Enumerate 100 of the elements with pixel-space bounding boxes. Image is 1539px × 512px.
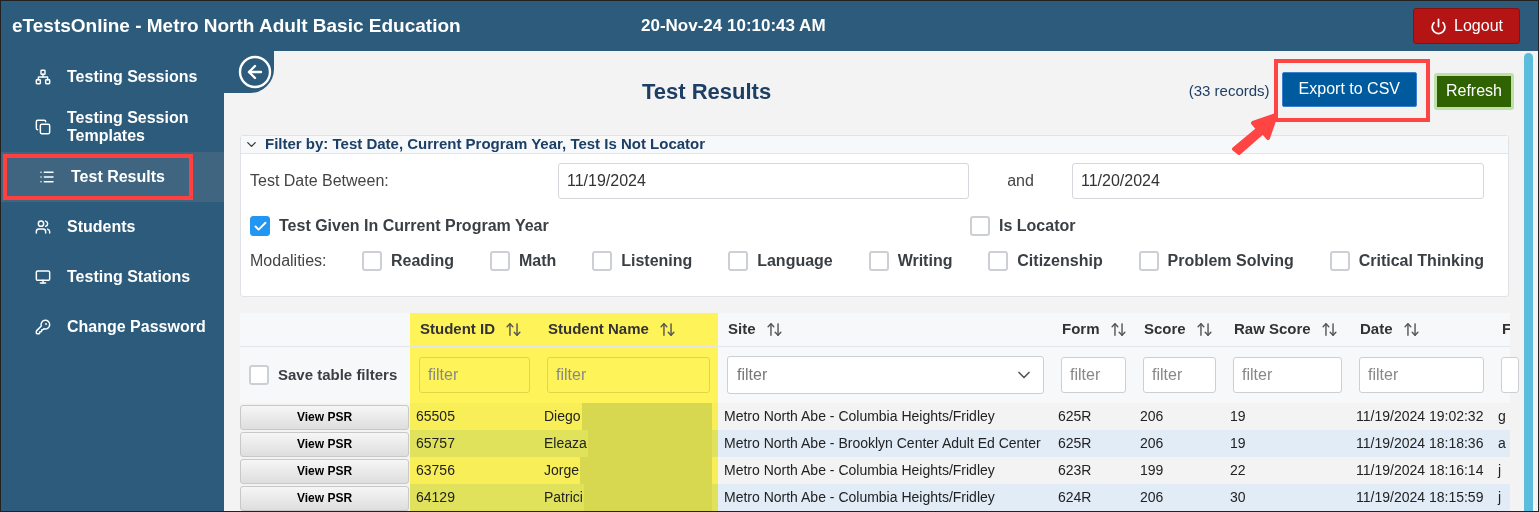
column-header[interactable]: Date <box>1360 318 1393 341</box>
power-icon <box>1430 17 1448 35</box>
checkbox-label: Reading <box>391 251 455 271</box>
filter-field[interactable]: filter <box>1233 357 1342 393</box>
sort-icon <box>765 321 783 338</box>
sidebar-item[interactable]: Change Password <box>1 302 224 352</box>
checkbox[interactable] <box>728 251 749 271</box>
checkbox[interactable] <box>1138 251 1159 271</box>
checkbox-label: Test Given In Current Program Year <box>279 216 549 236</box>
table-cell-text: 11/19/2024 18:18:36 <box>1356 434 1484 453</box>
checkbox-label: Listening <box>621 251 693 271</box>
date-label: Test Date Between: <box>250 171 390 191</box>
filter-header[interactable]: Filter by: Test Date, Current Program Year, Test Is Not Locator <box>241 136 1508 154</box>
date-to-field[interactable]: 11/20/2024 <box>1072 163 1484 199</box>
checkbox-label: Problem Solving <box>1167 251 1294 271</box>
checkbox[interactable] <box>250 216 270 236</box>
table-cell-text: 624R <box>1058 488 1092 507</box>
table-cell-text: 19 <box>1230 407 1246 426</box>
view-psr-button[interactable]: View PSR <box>240 431 409 457</box>
view-psr-button[interactable]: View PSR <box>240 485 409 511</box>
filter-field[interactable]: filter <box>1359 357 1484 393</box>
checkbox[interactable] <box>592 251 613 271</box>
table-cell-text: Metro North Abe - Columbia Heights/Fridley <box>724 461 995 480</box>
hierarchy-icon <box>35 69 51 85</box>
view-psr-button[interactable]: View PSR <box>240 404 409 430</box>
monitor-icon <box>35 269 51 285</box>
filter-select[interactable]: filter <box>727 356 1044 394</box>
logout-button[interactable]: Logout <box>1413 8 1520 44</box>
view-psr-button[interactable]: View PSR <box>240 458 409 484</box>
sidebar-item[interactable]: Students <box>1 202 224 252</box>
checkbox[interactable] <box>1329 251 1350 271</box>
table-cell-text: 65757 <box>416 434 455 453</box>
checkbox[interactable] <box>362 251 382 271</box>
table-cell-text: a <box>1498 434 1506 453</box>
table-cell-text: 64129 <box>416 488 455 507</box>
checkbox-label: Is Locator <box>999 216 1076 236</box>
date-from-field[interactable]: 11/19/2024 <box>558 163 969 199</box>
list-icon <box>39 169 55 185</box>
table-cell-text: g <box>1498 407 1506 426</box>
checkbox-label: Math <box>519 251 557 271</box>
checkbox[interactable] <box>868 251 889 271</box>
table-cell-text: 206 <box>1140 488 1164 507</box>
filter-field[interactable]: filter <box>419 357 530 393</box>
sidebar-item[interactable]: Testing Stations <box>1 252 224 302</box>
filter-field[interactable]: filter <box>547 357 710 393</box>
sidebar-item[interactable]: Testing Session Templates <box>1 102 224 152</box>
column-header[interactable]: Site <box>728 318 756 341</box>
key-icon <box>35 319 51 335</box>
filter-field[interactable]: filter <box>1143 357 1216 393</box>
record-count: (33 records) <box>1188 80 1270 101</box>
sidebar-item[interactable]: Test Results <box>1 152 224 202</box>
table-cell-text: 199 <box>1140 461 1164 480</box>
checkbox[interactable] <box>988 251 1009 271</box>
sort-icon <box>1195 321 1213 338</box>
checkbox[interactable] <box>970 216 990 236</box>
scrollbar[interactable] <box>1524 53 1533 511</box>
table-cell-text: 65505 <box>416 407 455 426</box>
table-cell-text: 206 <box>1140 434 1164 453</box>
table-cell-text: Patrici <box>544 488 583 507</box>
app-title: eTestsOnline - Metro North Adult Basic Education <box>12 13 462 38</box>
and-label: and <box>1006 171 1035 191</box>
page-title: Test Results <box>641 77 772 106</box>
table-cell-text: 30 <box>1230 488 1246 507</box>
column-header[interactable]: Form <box>1062 318 1100 341</box>
table-cell-text: 625R <box>1058 407 1092 426</box>
table-cell-text: 19 <box>1230 434 1246 453</box>
filter-field[interactable]: filter <box>1061 357 1126 393</box>
table-cell-text: 623R <box>1058 461 1092 480</box>
table-cell-text: Metro North Abe - Columbia Heights/Fridley <box>724 488 995 507</box>
sort-icon <box>1402 321 1420 338</box>
table-cell-text: 625R <box>1058 434 1092 453</box>
column-header[interactable]: F <box>1502 318 1510 341</box>
filter-field[interactable] <box>1501 357 1519 393</box>
checkbox[interactable] <box>249 365 269 385</box>
table-cell-text: 63756 <box>416 461 455 480</box>
sidebar-item[interactable]: Testing Sessions <box>1 52 224 102</box>
export-button[interactable]: Export to CSV <box>1281 71 1417 107</box>
table-cell-text: 11/19/2024 18:16:14 <box>1356 461 1484 480</box>
table-cell-text: j <box>1498 488 1502 507</box>
table-cell-text: j <box>1498 461 1502 480</box>
filter-summary: Filter by: Test Date, Current Program Year, Test Is Not Locator <box>265 134 706 155</box>
sort-icon <box>1109 321 1127 338</box>
table-cell-text: Diego <box>544 407 581 426</box>
checkbox-label: Citizenship <box>1017 251 1103 271</box>
sort-icon <box>1320 321 1338 338</box>
column-header[interactable]: Score <box>1144 318 1186 341</box>
table-cell-text: 11/19/2024 19:02:32 <box>1356 407 1484 426</box>
column-header[interactable]: Raw Score <box>1234 318 1311 341</box>
table-cell-text: 22 <box>1230 461 1246 480</box>
table-cell-text: 11/19/2024 18:15:59 <box>1356 488 1484 507</box>
refresh-button[interactable]: Refresh <box>1433 72 1514 110</box>
checkbox[interactable] <box>490 251 510 271</box>
users-icon <box>35 219 51 235</box>
sort-icon <box>505 321 522 338</box>
back-icon[interactable] <box>237 54 273 90</box>
checkbox-label: Critical Thinking <box>1358 251 1484 271</box>
checkbox-label: Language <box>757 251 833 271</box>
table-cell-text: Eleaza <box>544 434 587 453</box>
sort-icon <box>658 321 676 338</box>
copy-icon <box>35 119 51 135</box>
